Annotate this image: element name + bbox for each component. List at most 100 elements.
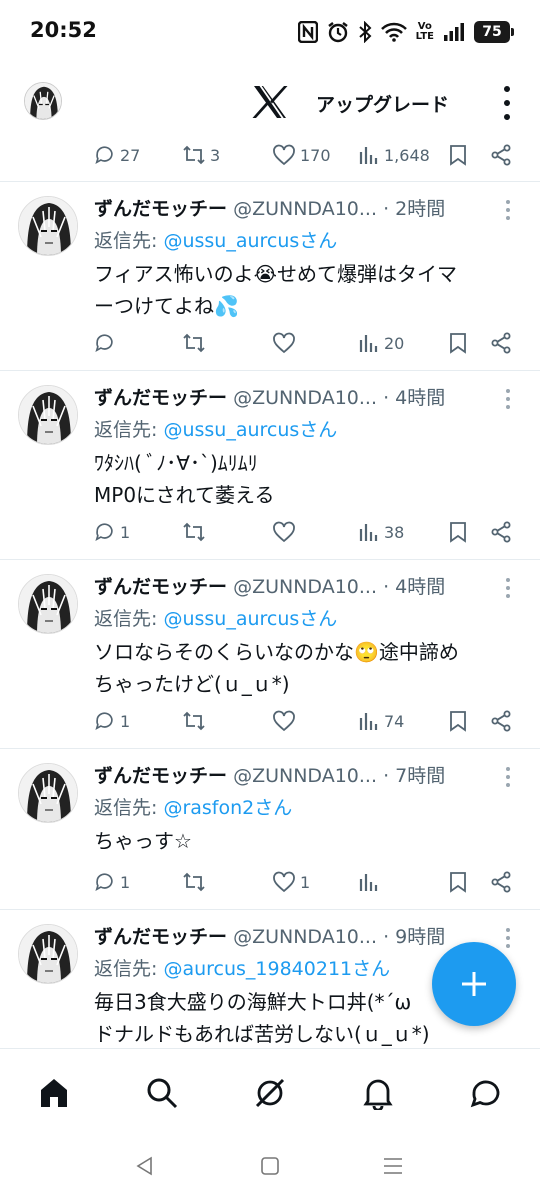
- system-recents[interactable]: [378, 1154, 408, 1178]
- bookmark-icon: [450, 872, 466, 893]
- like-button[interactable]: [272, 706, 300, 736]
- repost-button[interactable]: [182, 867, 210, 897]
- share-icon: [491, 871, 511, 893]
- like-button[interactable]: 170: [272, 140, 331, 170]
- more-options-icon[interactable]: [500, 86, 514, 120]
- avatar[interactable]: [18, 385, 78, 445]
- reply-mention-link[interactable]: @ussu_aurcusさん: [163, 419, 337, 441]
- views-icon: [359, 874, 378, 891]
- user-handle[interactable]: @ZUNNDA10...: [233, 765, 377, 787]
- bookmark-button[interactable]: [448, 140, 468, 170]
- tweet-header: ずんだモッチー @ZUNNDA10... · 4時間: [94, 572, 514, 600]
- bookmark-button[interactable]: [448, 517, 468, 547]
- views-button[interactable]: 74: [358, 706, 404, 736]
- reply-button[interactable]: 1: [94, 867, 130, 897]
- system-home[interactable]: [255, 1154, 285, 1178]
- reply-button[interactable]: 1: [94, 517, 130, 547]
- upgrade-button[interactable]: アップグレード: [316, 90, 449, 117]
- share-button[interactable]: [490, 140, 512, 170]
- share-button[interactable]: [490, 706, 512, 736]
- tweet[interactable]: ずんだモッチー @ZUNNDA10... · 4時間 返信先: @ussu_aur…: [0, 371, 540, 560]
- reply-button[interactable]: 27: [94, 140, 140, 170]
- tweet-text-line: ﾜﾀｼﾊ( ﾞﾉ･∀･`)ﾑﾘﾑﾘ: [94, 451, 258, 475]
- avatar[interactable]: [18, 763, 78, 823]
- bluetooth-icon: [358, 21, 372, 43]
- reply-mention-link[interactable]: @aurcus_19840211さん: [163, 958, 390, 980]
- tweet-text-line: フィアス怖いのよ😭せめて爆弾はタイマ: [94, 262, 457, 286]
- views-icon: [359, 335, 378, 352]
- reply-mention-link[interactable]: @rasfon2さん: [163, 797, 292, 819]
- tweet-text: フィアス怖いのよ😭せめて爆弾はタイマ ーつけてよね💦: [94, 258, 514, 322]
- notifications-icon: [363, 1079, 393, 1110]
- like-button[interactable]: 1: [272, 867, 310, 897]
- reply-button[interactable]: 1: [94, 706, 130, 736]
- reply-button[interactable]: [94, 328, 120, 358]
- reply-mention-link[interactable]: @ussu_aurcusさん: [163, 608, 337, 630]
- nav-notifications[interactable]: [358, 1073, 398, 1113]
- system-back[interactable]: [130, 1154, 160, 1178]
- reply-icon: [95, 523, 113, 542]
- views-button[interactable]: 38: [358, 517, 404, 547]
- bookmark-button[interactable]: [448, 867, 468, 897]
- nav-messages[interactable]: [466, 1073, 506, 1113]
- bookmark-button[interactable]: [448, 706, 468, 736]
- tweet-text: ﾜﾀｼﾊ( ﾞﾉ･∀･`)ﾑﾘﾑﾘ MP0にされて萎える: [94, 447, 514, 511]
- reply-context: 返信先: @ussu_aurcusさん: [94, 604, 337, 631]
- tweet-time: · 4時間: [383, 387, 446, 409]
- share-button[interactable]: [490, 867, 512, 897]
- repost-button[interactable]: [182, 328, 210, 358]
- views-count: 38: [384, 522, 405, 542]
- display-name[interactable]: ずんだモッチー: [94, 387, 227, 409]
- user-handle[interactable]: @ZUNNDA10...: [233, 926, 377, 948]
- tweet-time: · 2時間: [383, 198, 446, 220]
- heart-icon: [273, 710, 295, 732]
- views-icon: [359, 524, 378, 541]
- user-handle[interactable]: @ZUNNDA10...: [233, 576, 377, 598]
- signal-icon: [444, 23, 464, 41]
- tweet[interactable]: ずんだモッチー @ZUNNDA10... · 2時間返信先: @ussu_aur…: [0, 182, 540, 371]
- top-header: アップグレード: [0, 62, 540, 140]
- bookmark-button[interactable]: [448, 328, 468, 358]
- like-button[interactable]: [272, 517, 300, 547]
- display-name[interactable]: ずんだモッチー: [94, 576, 227, 598]
- profile-avatar[interactable]: [24, 82, 62, 120]
- tweet-more-icon[interactable]: [506, 767, 512, 787]
- tweet-more-icon[interactable]: [506, 928, 512, 948]
- repost-button[interactable]: [182, 706, 210, 736]
- nav-search[interactable]: [142, 1073, 182, 1113]
- reply-count: 1: [120, 872, 131, 892]
- display-name[interactable]: ずんだモッチー: [94, 198, 227, 220]
- avatar[interactable]: [18, 924, 78, 984]
- repost-icon: [183, 872, 205, 892]
- views-icon: [359, 147, 378, 164]
- display-name[interactable]: ずんだモッチー: [94, 765, 227, 787]
- tweet-more-icon[interactable]: [506, 200, 512, 220]
- views-button[interactable]: 20: [358, 328, 404, 358]
- repost-button[interactable]: 3: [182, 140, 220, 170]
- user-handle[interactable]: @ZUNNDA10...: [233, 387, 377, 409]
- reply-prefix: 返信先:: [94, 230, 164, 252]
- tweet[interactable]: ずんだモッチー @ZUNNDA10... · 4時間 返信先: @ussu_aur…: [0, 560, 540, 749]
- tweet[interactable]: ずんだモッチー @ZUNNDA10... · 7時間 返信先: @rasfon2さ…: [0, 749, 540, 910]
- x-logo-icon: [252, 86, 288, 118]
- repost-icon: [183, 333, 205, 353]
- tweet-more-icon[interactable]: [506, 578, 512, 598]
- display-name[interactable]: ずんだモッチー: [94, 926, 227, 948]
- share-button[interactable]: [490, 517, 512, 547]
- user-handle[interactable]: @ZUNNDA10...: [233, 198, 377, 220]
- tweet-more-icon[interactable]: [506, 389, 512, 409]
- views-icon: [359, 713, 378, 730]
- share-icon: [491, 521, 511, 543]
- nav-home[interactable]: [34, 1073, 74, 1113]
- avatar[interactable]: [18, 196, 78, 256]
- share-button[interactable]: [490, 328, 512, 358]
- repost-button[interactable]: [182, 517, 210, 547]
- like-button[interactable]: [272, 328, 300, 358]
- views-button[interactable]: [358, 867, 384, 897]
- reply-mention-link[interactable]: @ussu_aurcusさん: [163, 230, 337, 252]
- avatar[interactable]: [18, 574, 78, 634]
- compose-button[interactable]: [432, 942, 516, 1026]
- nav-grok[interactable]: [250, 1073, 290, 1113]
- reply-count: 1: [120, 711, 131, 731]
- views-button[interactable]: 1,648: [358, 140, 430, 170]
